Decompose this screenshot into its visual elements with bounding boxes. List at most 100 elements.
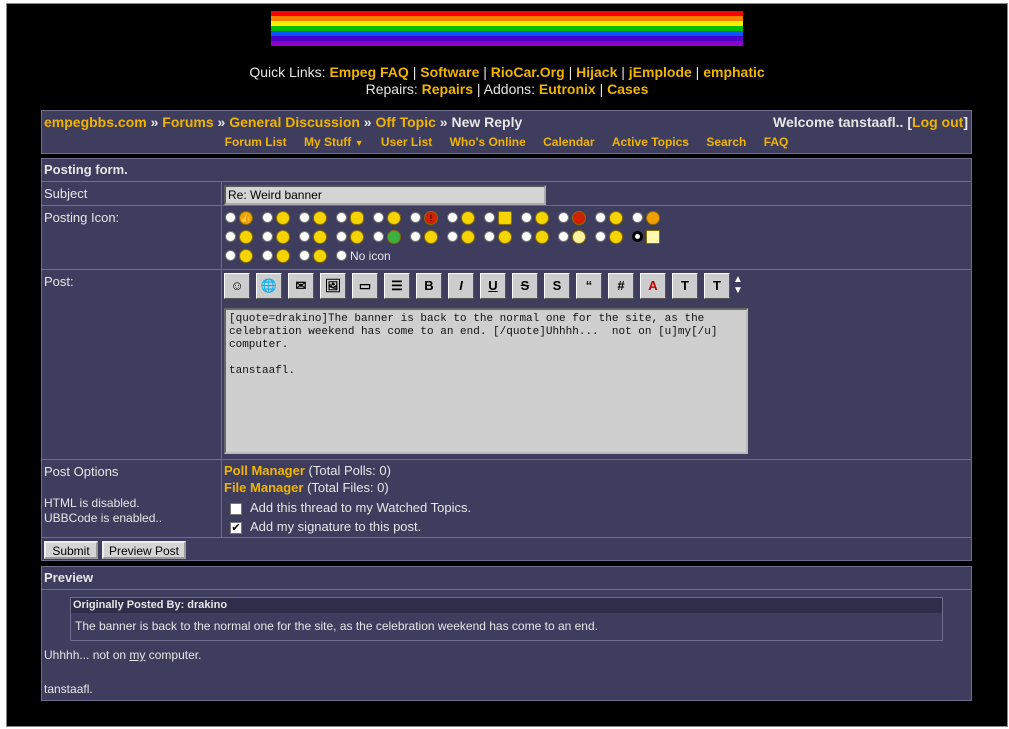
subject-label: Subject [44,186,88,201]
quote-button[interactable]: “ [576,273,602,299]
color-button[interactable]: A [640,273,666,299]
link-emphatic[interactable]: emphatic [703,64,764,80]
icon-radio[interactable] [521,212,532,223]
chevron-down-icon: ▼ [354,138,364,148]
file-manager-link[interactable]: File Manager [224,480,303,495]
icon-radio[interactable] [484,231,495,242]
repairs-links: Repairs: Repairs | Addons: Eutronix | Ca… [365,81,649,97]
email-button[interactable]: ✉ [288,273,314,299]
icon-radio[interactable] [262,212,273,223]
icon-radio[interactable] [558,212,569,223]
icon-radio[interactable] [225,250,236,261]
signature-option: ✔ Add my signature to this post. [230,519,421,534]
trophy-icon [498,210,512,225]
nav-faq[interactable]: FAQ [764,135,789,149]
link-jemplode[interactable]: jEmplode [629,64,692,80]
icon-radio[interactable] [299,212,310,223]
link-eutronix[interactable]: Eutronix [539,81,596,97]
link-riocar[interactable]: RioCar.Org [491,64,565,80]
question-icon [313,229,327,244]
link-repairs[interactable]: Repairs [422,81,473,97]
icon-radio[interactable] [632,212,643,223]
link-cases[interactable]: Cases [607,81,648,97]
list-button[interactable]: ☰ [384,273,410,299]
icon-radio[interactable] [595,231,606,242]
confused-icon [239,229,253,244]
post-textarea[interactable]: [quote=drakino]The banner is back to the… [224,308,748,454]
icon-radio[interactable] [447,231,458,242]
font-size-button[interactable]: T [672,273,698,299]
icon-radio[interactable] [299,231,310,242]
nav-my-stuff[interactable]: My Stuff ▼ [304,135,364,149]
watch-checkbox[interactable] [230,502,242,515]
icon-radio[interactable] [262,250,273,261]
media-button[interactable]: ▭ [352,273,378,299]
icon-radio[interactable] [484,212,495,223]
underline-button[interactable]: U [480,273,506,299]
tongue-icon [239,248,253,263]
icon-radio[interactable] [595,212,606,223]
icon-radio[interactable] [336,231,347,242]
nav-whos-online[interactable]: Who's Online [450,135,526,149]
post-options-row: Post Options HTML is disabled. UBBCode i… [42,459,971,538]
signature-checkbox[interactable]: ✔ [230,521,242,534]
icon-radio[interactable] [299,250,310,261]
image-button[interactable]: 🖼 [320,273,346,299]
icon-radio-no-icon[interactable] [336,250,347,261]
posting-icons: 👍 ! No icon [222,208,666,265]
code-button[interactable]: # [608,273,634,299]
font-face-button[interactable]: T [704,273,730,299]
spoiler-button[interactable]: S [544,273,570,299]
file-manager-line: File Manager (Total Files: 0) [224,480,389,495]
nav-forum-list[interactable]: Forum List [225,135,287,149]
breadcrumb-offtopic[interactable]: Off Topic [376,114,436,130]
subject-input[interactable]: Re: Weird banner [224,185,546,205]
icon-radio[interactable] [262,231,273,242]
nav-calendar[interactable]: Calendar [543,135,594,149]
poll-manager-link[interactable]: Poll Manager [224,463,305,478]
no-icon-label: No icon [350,248,391,263]
breadcrumb-home[interactable]: empegbbs.com [44,114,147,130]
nav-user-list[interactable]: User List [381,135,432,149]
note-icon [646,229,660,244]
posting-form: Posting form. Subject Re: Weird banner P… [41,158,972,561]
icon-radio[interactable] [558,231,569,242]
icon-radio[interactable] [521,231,532,242]
welcome: Welcome tanstaafl.. [Log out] [773,114,968,130]
icon-radio[interactable] [225,212,236,223]
nav-search[interactable]: Search [706,135,746,149]
shocked-icon [276,229,290,244]
thumbs-down-icon [646,210,660,225]
preview-text-pre: Uhhhh... not on [44,648,130,662]
link-software[interactable]: Software [420,64,479,80]
wink-icon [609,210,623,225]
thumbs-up-icon: 👍 [239,210,253,225]
sick-icon [387,229,401,244]
icon-radio-selected[interactable] [632,231,643,242]
resize-arrows-icon[interactable]: ▲ ▼ [733,274,743,296]
smiley-button[interactable]: ☺ [224,273,250,299]
logout-link[interactable]: Log out [912,114,963,130]
icon-radio[interactable] [336,212,347,223]
watch-label: Add this thread to my Watched Topics. [250,500,472,515]
posting-icon-row: Posting Icon: 👍 ! No icon [42,205,971,270]
submit-button[interactable]: Submit [44,541,98,559]
icon-radio[interactable] [225,231,236,242]
icon-radio[interactable] [447,212,458,223]
bold-button[interactable]: B [416,273,442,299]
link-hijack[interactable]: Hijack [576,64,617,80]
italic-button[interactable]: I [448,273,474,299]
url-button[interactable]: 🌐 [256,273,282,299]
preview-button[interactable]: Preview Post [102,541,186,559]
icon-radio[interactable] [410,231,421,242]
quick-links: Quick Links: Empeg FAQ | Software | RioC… [249,64,765,80]
icon-radio[interactable] [373,231,384,242]
strike-button[interactable]: S [512,273,538,299]
nav-active-topics[interactable]: Active Topics [612,135,689,149]
breadcrumb-general[interactable]: General Discussion [229,114,360,130]
icon-radio[interactable] [373,212,384,223]
breadcrumb-forums[interactable]: Forums [162,114,213,130]
preview-line: Uhhhh... not on my computer. [44,648,201,662]
icon-radio[interactable] [410,212,421,223]
link-empeg-faq[interactable]: Empeg FAQ [329,64,408,80]
